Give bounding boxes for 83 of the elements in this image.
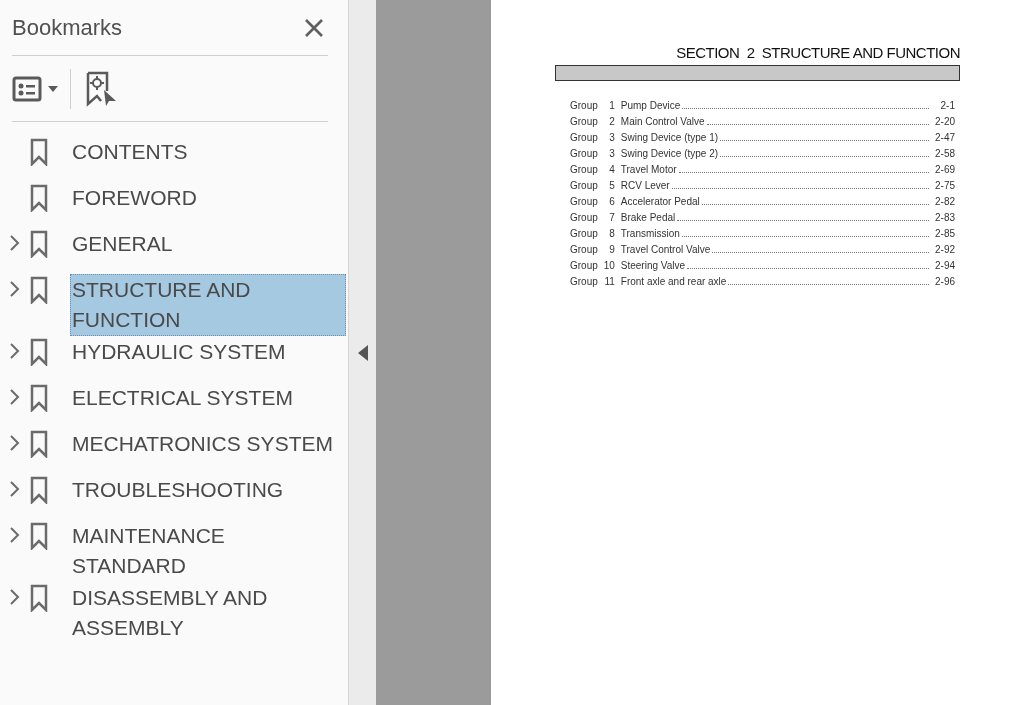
close-icon[interactable]	[304, 17, 324, 38]
toc-number: 9	[608, 242, 615, 257]
toc-group: Group	[570, 273, 598, 289]
toc-page: 2-20	[934, 114, 955, 129]
toc-title[interactable]: Swing Device (type 1)	[620, 129, 719, 145]
chevron-right-icon[interactable]	[9, 480, 21, 498]
toc-number: 4	[608, 162, 615, 177]
bookmark-item[interactable]: DISASSEMBLY AND ASSEMBLY	[70, 582, 346, 644]
toc-group: Group	[570, 193, 598, 209]
toc-page: 2-83	[934, 210, 955, 225]
bookmark-item[interactable]: HYDRAULIC SYSTEM	[70, 336, 346, 368]
toc-number: 6	[608, 194, 615, 209]
toc-page: 2-85	[934, 226, 955, 241]
toc-page: 2-82	[934, 194, 955, 209]
panel-title: Bookmarks	[12, 14, 123, 42]
bookmark-icon	[30, 522, 48, 550]
toc-number: 8	[608, 226, 615, 241]
chevron-right-icon[interactable]	[9, 280, 21, 298]
toc-group: Group	[570, 225, 598, 241]
toc-page: 2-58	[934, 146, 955, 161]
toc-title[interactable]: Travel Motor	[620, 161, 677, 177]
toc-group: Group	[570, 161, 598, 177]
toc-group: Group	[570, 145, 598, 161]
toc-group: Group	[570, 97, 598, 113]
toc-group: Group	[570, 129, 598, 145]
toc-group: Group	[570, 241, 598, 257]
toc-page: 2-1	[939, 98, 955, 113]
bookmark-item[interactable]: ELECTRICAL SYSTEM	[70, 382, 346, 414]
toc-title[interactable]: Steering Valve	[620, 257, 686, 273]
bookmark-icon	[30, 584, 48, 612]
toc-number: 3	[608, 130, 615, 145]
toc-group: Group	[570, 257, 598, 273]
chevron-right-icon[interactable]	[9, 588, 21, 606]
bookmark-icon	[30, 430, 48, 458]
section-title: SECTION 2 STRUCTURE AND FUNCTION	[676, 43, 960, 63]
bookmark-icon	[30, 184, 48, 212]
toc-group: Group	[570, 113, 598, 129]
toc-number: 11	[603, 274, 615, 289]
bookmark-icon	[30, 338, 48, 366]
chevron-right-icon[interactable]	[9, 234, 21, 252]
toc-title[interactable]: Pump Device	[620, 97, 681, 113]
toc-page: 2-92	[934, 242, 955, 257]
bookmark-item[interactable]: GENERAL	[70, 228, 346, 260]
toc-page: 2-69	[934, 162, 955, 177]
toc-page: 2-96	[934, 274, 955, 289]
bookmark-icon	[30, 384, 48, 412]
bookmark-icon	[30, 230, 48, 258]
toc-number: 3	[608, 146, 615, 161]
toc-title[interactable]: Transmission	[620, 225, 680, 241]
toc-number: 7	[608, 210, 615, 225]
collapse-arrow-icon[interactable]	[357, 344, 368, 361]
toc-page: 2-94	[934, 258, 955, 273]
toc-page: 2-75	[934, 178, 955, 193]
toc-title[interactable]: Main Control Valve	[620, 113, 705, 129]
bookmark-icon	[30, 476, 48, 504]
chevron-right-icon[interactable]	[9, 526, 21, 544]
chevron-right-icon[interactable]	[9, 434, 21, 452]
toc-title[interactable]: Accelerator Pedal	[620, 193, 700, 209]
bookmark-icon	[30, 138, 48, 166]
toc-number: 1	[608, 98, 615, 113]
toc-title[interactable]: Front axle and rear axle	[620, 273, 727, 289]
bookmark-item[interactable]: FOREWORD	[70, 182, 346, 214]
chevron-right-icon[interactable]	[9, 388, 21, 406]
bookmark-item[interactable]: CONTENTS	[70, 136, 346, 168]
bookmark-item[interactable]: MECHATRONICS SYSTEM	[70, 428, 346, 460]
options-dropdown[interactable]	[12, 68, 71, 109]
toc-number: 10	[602, 258, 615, 273]
toc-page: 2-47	[934, 130, 955, 145]
toc-title[interactable]: Brake Pedal	[620, 209, 676, 225]
caret-icon	[48, 85, 58, 92]
toc-title[interactable]: RCV Lever	[620, 177, 670, 193]
toc-group: Group	[570, 209, 598, 225]
bookmark-item[interactable]: STRUCTURE AND FUNCTION	[70, 274, 346, 336]
bookmark-item[interactable]: MAINTENANCE STANDARD	[70, 520, 346, 582]
toc-group: Group	[570, 177, 598, 193]
toc-number: 2	[608, 114, 615, 129]
chevron-right-icon[interactable]	[9, 342, 21, 360]
toc-number: 5	[608, 178, 615, 193]
toc-title[interactable]: Travel Control Valve	[620, 241, 711, 257]
bookmark-item[interactable]: TROUBLESHOOTING	[70, 474, 346, 506]
bookmark-icon	[30, 276, 48, 304]
toc-title[interactable]: Swing Device (type 2)	[620, 145, 719, 161]
list-icon	[12, 75, 42, 102]
